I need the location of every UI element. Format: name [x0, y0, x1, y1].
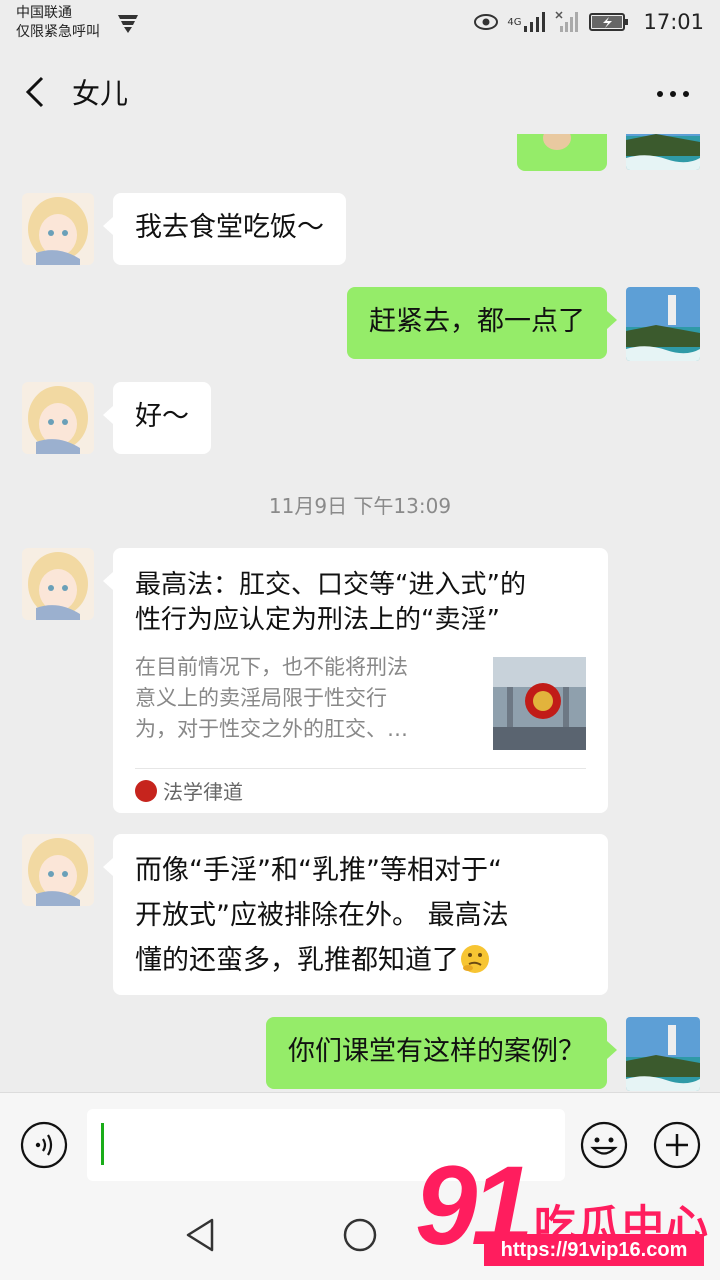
- anime-girl-avatar-image: [22, 834, 94, 906]
- source-logo-icon: [135, 779, 157, 802]
- anime-girl-avatar-image: [22, 548, 94, 620]
- more-options-icon[interactable]: [656, 90, 690, 98]
- article-desc-line: 意义上的卖淫局限于性交行: [135, 686, 387, 710]
- carrier-info: 中国联通 仅限紧急呼叫: [16, 4, 100, 42]
- lighthouse-avatar-image: [626, 134, 700, 170]
- battery-icon: [589, 13, 629, 31]
- article-desc-line: 在目前情况下，也不能将刑法: [135, 655, 408, 679]
- message-text: 我去食堂吃饭～: [135, 212, 324, 243]
- article-description: 在目前情况下，也不能将刑法 意义上的卖淫局限于性交行 为，对于性交之外的肛交、…: [135, 652, 475, 745]
- chat-title: 女儿: [72, 77, 129, 110]
- message-bubble[interactable]: 我去食堂吃饭～: [103, 193, 346, 265]
- eye-icon: [474, 14, 499, 30]
- nav-back-icon[interactable]: [184, 1217, 216, 1253]
- status-icons: 4G 17:01: [473, 10, 704, 34]
- article-thumbnail: [493, 657, 586, 750]
- source-name: 法学律道: [163, 780, 243, 804]
- carrier-name: 中国联通: [16, 5, 72, 21]
- article-source: 法学律道: [135, 776, 243, 805]
- anime-girl-avatar-image: [22, 193, 94, 265]
- lighthouse-avatar-image: [626, 287, 700, 361]
- contact-avatar[interactable]: [22, 548, 94, 620]
- article-card[interactable]: 最高法：肛交、口交等“进入式”的 性行为应认定为刑法上的“卖淫” 在目前情况下，…: [103, 548, 608, 813]
- article-title-line: 最高法：肛交、口交等“进入式”的: [135, 570, 526, 600]
- message-text: 好～: [135, 401, 189, 432]
- article-title-line: 性行为应认定为刑法上的“卖淫”: [135, 605, 500, 635]
- message-line-with-emoji: 懂的还蛮多，乳推都知道了: [135, 938, 586, 983]
- article-desc-line: 为，对于性交之外的肛交、…: [135, 717, 408, 741]
- court-emblem-image: [493, 657, 586, 750]
- status-bar: 中国联通 仅限紧急呼叫 4G 17:01: [0, 0, 720, 48]
- timestamp: 11月9日 下午13:09: [268, 494, 452, 518]
- chat-header: 女儿: [0, 48, 720, 138]
- message-bubble[interactable]: 好～: [103, 382, 211, 454]
- voice-input-icon[interactable]: [20, 1121, 68, 1169]
- input-bar: [0, 1092, 720, 1193]
- message-line: 懂的还蛮多，乳推都知道了: [135, 945, 459, 976]
- message-line: 而像“手淫”和“乳推”等相对于“: [135, 855, 502, 886]
- text-cursor: [101, 1123, 104, 1165]
- carrier-note: 仅限紧急呼叫: [16, 24, 100, 40]
- clock: 17:01: [643, 10, 704, 34]
- card-divider: [135, 768, 586, 769]
- signal-icon: [524, 12, 546, 32]
- anime-girl-avatar-image: [22, 382, 94, 454]
- emoji-button-icon[interactable]: [580, 1121, 628, 1169]
- contact-avatar[interactable]: [22, 193, 94, 265]
- message-bubble-self[interactable]: 你们课堂有这样的案例？: [266, 1017, 617, 1089]
- network-label: 4G: [507, 16, 522, 28]
- message-text: 赶紧去，都一点了: [369, 306, 585, 337]
- lighthouse-avatar-image: [626, 1017, 700, 1091]
- chat-area[interactable]: 我去食堂吃饭～ 赶紧去，都一点了 好～ 11月9日 下午13:09 最高法：肛交…: [0, 134, 720, 1092]
- wifi-icon: [118, 15, 138, 33]
- emoji-image: [543, 134, 571, 150]
- message-text: 你们课堂有这样的案例？: [288, 1036, 585, 1067]
- self-avatar[interactable]: [626, 134, 700, 170]
- nav-home-icon[interactable]: [342, 1217, 378, 1253]
- message-bubble-self[interactable]: 赶紧去，都一点了: [347, 287, 617, 359]
- back-arrow-icon[interactable]: [20, 74, 50, 110]
- self-avatar[interactable]: [626, 287, 700, 361]
- article-title: 最高法：肛交、口交等“进入式”的 性行为应认定为刑法上的“卖淫”: [135, 568, 586, 638]
- partial-image-bubble[interactable]: [517, 134, 607, 171]
- signal-icon-2: [555, 11, 579, 32]
- contact-avatar[interactable]: [22, 382, 94, 454]
- thinking-face-icon: [461, 945, 489, 973]
- message-bubble[interactable]: 而像“手淫”和“乳推”等相对于“ 开放式”应被排除在外。 最高法 懂的还蛮多，乳…: [103, 834, 608, 995]
- message-line: 开放式”应被排除在外。 最高法: [135, 900, 509, 931]
- plus-button-icon[interactable]: [653, 1121, 701, 1169]
- contact-avatar[interactable]: [22, 834, 94, 906]
- watermark-url: https://91vip16.com: [484, 1234, 704, 1266]
- self-avatar[interactable]: [626, 1017, 700, 1091]
